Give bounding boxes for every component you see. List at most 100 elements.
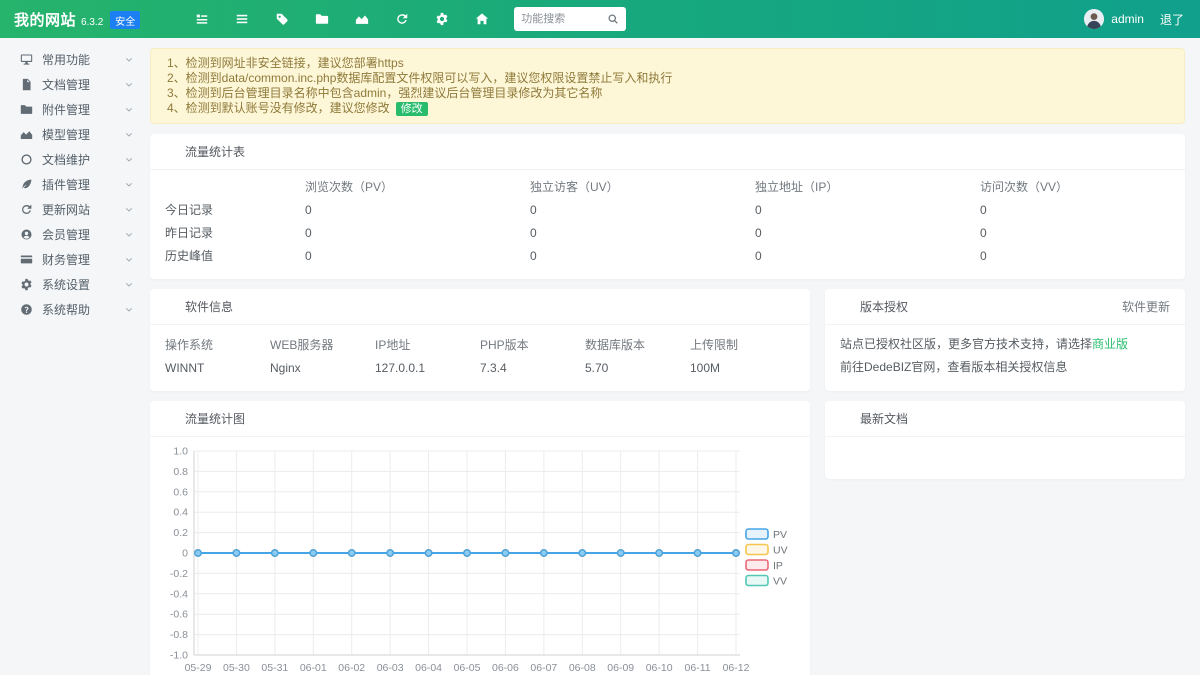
header-user-area: admin 退了: [1084, 9, 1184, 29]
folder-icon: [20, 103, 33, 116]
sidebar-item-label: 文档维护: [42, 151, 90, 168]
traffic-value: 0: [755, 244, 980, 267]
sidebar-item-10[interactable]: 系统设置: [0, 272, 150, 297]
svg-text:06-08: 06-08: [569, 662, 596, 674]
home-icon[interactable]: [475, 12, 489, 26]
security-badge[interactable]: 安全: [110, 11, 140, 29]
traffic-value: 0: [530, 198, 755, 221]
software-update-link[interactable]: 软件更新: [1122, 298, 1170, 315]
software-table: 操作系统WEB服务器IP地址PHP版本数据库版本上传限制WINNTNginx12…: [165, 333, 795, 379]
sidebar-item-4[interactable]: 模型管理: [0, 122, 150, 147]
svg-text:06-11: 06-11: [685, 662, 711, 674]
chevron-down-icon: [124, 105, 134, 115]
traffic-table-row: 昨日记录0000: [165, 221, 1170, 244]
search-box[interactable]: [514, 7, 626, 31]
svg-text:06-01: 06-01: [300, 662, 327, 674]
svg-text:-0.6: -0.6: [170, 609, 188, 621]
sidebar-item-9[interactable]: 财务管理: [0, 247, 150, 272]
chevron-down-icon: [124, 55, 134, 65]
traffic-stats-header: 流量统计表: [150, 134, 1185, 170]
software-col-header: 数据库版本: [585, 333, 690, 356]
gear-icon[interactable]: [435, 12, 449, 26]
svg-text:1.0: 1.0: [173, 446, 188, 458]
chart-area-icon[interactable]: [355, 12, 369, 26]
sidebar-item-6[interactable]: 插件管理: [0, 172, 150, 197]
folder-icon[interactable]: [315, 12, 329, 26]
software-col-header: PHP版本: [480, 333, 585, 356]
traffic-table: 浏览次数（PV）独立访客（UV）独立地址（IP）访问次数（VV）今日记录0000…: [165, 175, 1170, 267]
svg-text:05-31: 05-31: [261, 662, 288, 674]
chart-area-icon: [20, 128, 33, 141]
traffic-table-row: 历史峰值0000: [165, 244, 1170, 267]
license-line-1: 站点已授权社区版，更多官方技术支持，请选择商业版: [840, 333, 1170, 356]
software-col-header: IP地址: [375, 333, 480, 356]
traffic-col-empty: [165, 175, 305, 198]
svg-text:-0.8: -0.8: [170, 629, 188, 641]
sidebar-item-label: 插件管理: [42, 176, 90, 193]
traffic-chart-title: 流量统计图: [185, 410, 245, 427]
traffic-col-header: 访问次数（VV）: [980, 175, 1170, 198]
svg-text:-0.2: -0.2: [170, 568, 188, 580]
site-brand[interactable]: 我的网站 6.3.2 安全: [14, 9, 140, 30]
refresh-icon[interactable]: [395, 12, 409, 26]
traffic-value: 0: [305, 221, 530, 244]
user-icon: [20, 228, 33, 241]
chevron-down-icon: [124, 130, 134, 140]
info-row: 软件信息 操作系统WEB服务器IP地址PHP版本数据库版本上传限制WINNTNg…: [150, 279, 1185, 391]
latest-docs-card: 最新文档: [825, 401, 1185, 479]
sidebar-item-5[interactable]: 文档维护: [0, 147, 150, 172]
refresh-icon: [20, 203, 33, 216]
chart-row: 流量统计图 1.00.80.60.40.20-0.2-0.4-0.6-0.8-1…: [150, 391, 1185, 675]
svg-text:06-10: 06-10: [646, 662, 673, 674]
traffic-chart-card: 流量统计图 1.00.80.60.40.20-0.2-0.4-0.6-0.8-1…: [150, 401, 810, 675]
traffic-chart-svg: 1.00.80.60.40.20-0.2-0.4-0.6-0.8-1.005-2…: [158, 443, 790, 675]
tag-icon[interactable]: [275, 12, 289, 26]
svg-text:06-09: 06-09: [607, 662, 634, 674]
svg-text:IP: IP: [773, 560, 783, 572]
chevron-down-icon: [124, 80, 134, 90]
traffic-value: 0: [530, 244, 755, 267]
sidebar-item-8[interactable]: 会员管理: [0, 222, 150, 247]
commercial-edition-link[interactable]: 商业版: [1092, 337, 1128, 351]
traffic-row-label: 历史峰值: [165, 244, 305, 267]
svg-text:06-03: 06-03: [377, 662, 404, 674]
bar-chart-icon: [165, 145, 178, 158]
license-header: 版本授权 软件更新: [825, 289, 1185, 325]
search-icon[interactable]: [607, 13, 619, 25]
traffic-chart-header: 流量统计图: [150, 401, 810, 437]
software-col-header: 上传限制: [690, 333, 795, 356]
user-avatar[interactable]: [1084, 9, 1104, 29]
stream-icon[interactable]: [195, 12, 209, 26]
traffic-value: 0: [305, 244, 530, 267]
sidebar-item-1[interactable]: 常用功能: [0, 47, 150, 72]
traffic-value: 0: [980, 198, 1170, 221]
list-icon: [840, 412, 853, 425]
modify-button[interactable]: 修改: [396, 102, 428, 116]
chevron-down-icon: [124, 280, 134, 290]
svg-text:0.2: 0.2: [173, 527, 188, 539]
sidebar-item-2[interactable]: 文档管理: [0, 72, 150, 97]
logout-button[interactable]: 退了: [1160, 11, 1184, 28]
software-value: 100M: [690, 356, 795, 379]
sidebar-item-3[interactable]: 附件管理: [0, 97, 150, 122]
gears-icon: [165, 300, 178, 313]
traffic-col-header: 独立地址（IP）: [755, 175, 980, 198]
software-col-header: WEB服务器: [270, 333, 375, 356]
traffic-value: 0: [755, 221, 980, 244]
software-value: 7.3.4: [480, 356, 585, 379]
sidebar-item-11[interactable]: 系统帮助: [0, 297, 150, 322]
traffic-stats-title: 流量统计表: [185, 143, 245, 160]
svg-text:0.8: 0.8: [173, 466, 188, 478]
menu-icon[interactable]: [235, 12, 249, 26]
software-value: 127.0.0.1: [375, 356, 480, 379]
copyright-icon: [840, 300, 853, 313]
software-value-row: WINNTNginx127.0.0.17.3.45.70100M: [165, 356, 795, 379]
traffic-col-header: 浏览次数（PV）: [305, 175, 530, 198]
search-input[interactable]: [521, 13, 601, 25]
sidebar-item-7[interactable]: 更新网站: [0, 197, 150, 222]
software-info-card: 软件信息 操作系统WEB服务器IP地址PHP版本数据库版本上传限制WINNTNg…: [150, 289, 810, 391]
username-label[interactable]: admin: [1111, 12, 1144, 26]
traffic-row-label: 今日记录: [165, 198, 305, 221]
svg-text:0.4: 0.4: [173, 507, 188, 519]
latest-docs-header: 最新文档: [825, 401, 1185, 437]
